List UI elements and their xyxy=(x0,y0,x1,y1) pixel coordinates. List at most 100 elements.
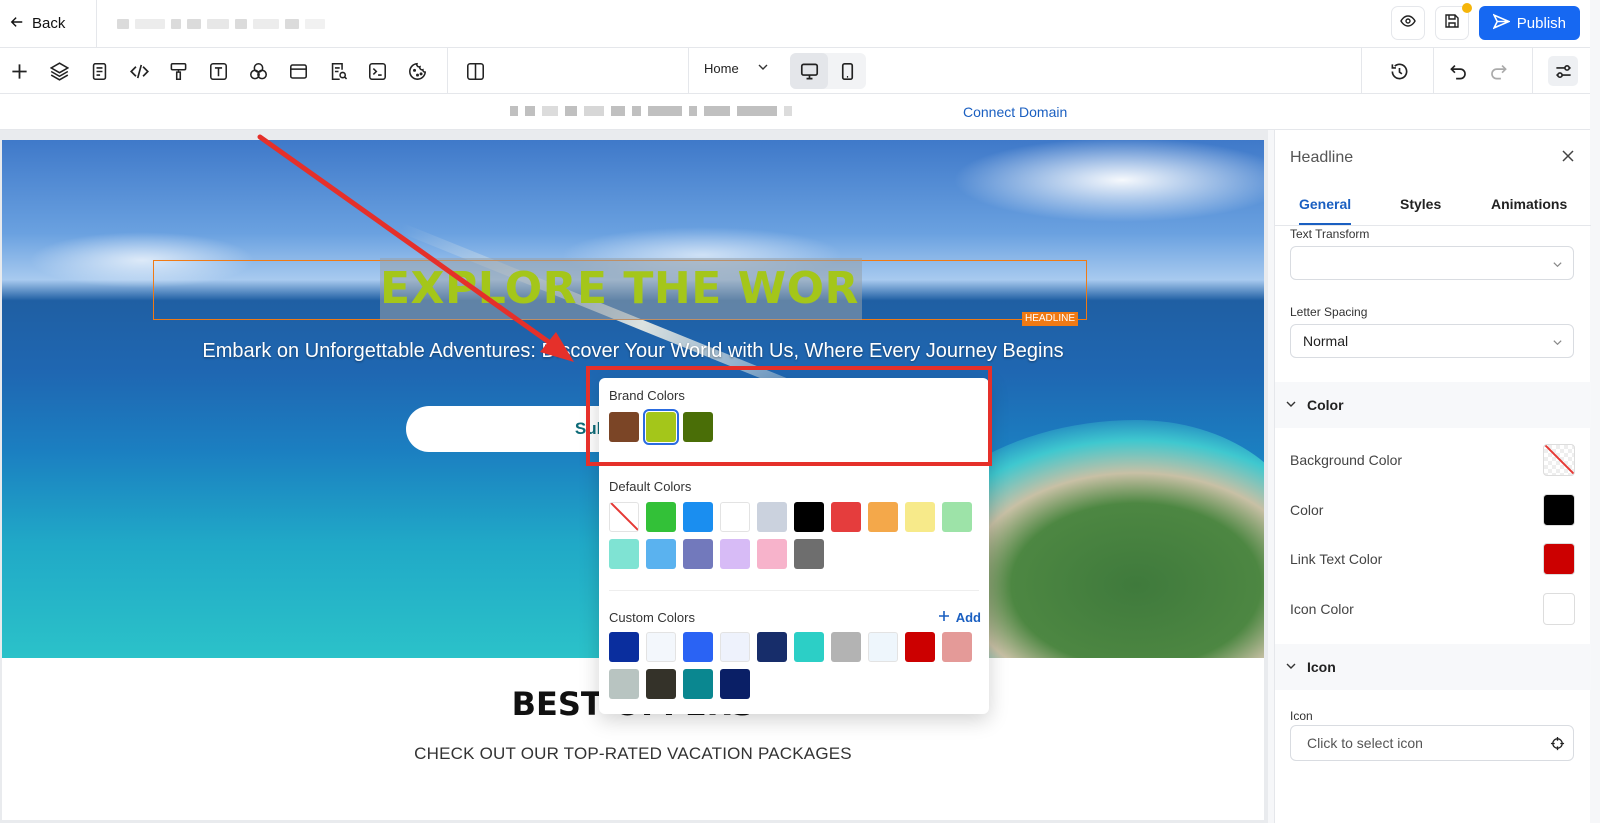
text-color-swatch[interactable] xyxy=(1543,494,1575,526)
default-color-swatch[interactable] xyxy=(905,502,935,532)
default-color-swatch[interactable] xyxy=(831,502,861,532)
arrow-left-icon xyxy=(10,15,24,33)
custom-color-swatch[interactable] xyxy=(609,632,639,662)
background-color-swatch[interactable] xyxy=(1543,444,1575,476)
tab-animations[interactable]: Animations xyxy=(1491,196,1567,212)
custom-color-swatch[interactable] xyxy=(757,632,787,662)
custom-color-swatch[interactable] xyxy=(683,669,713,699)
typography-button[interactable] xyxy=(206,59,230,83)
icon-color-label: Icon Color xyxy=(1290,601,1354,617)
chevron-down-icon xyxy=(1285,659,1297,675)
add-label: Add xyxy=(955,610,981,625)
offers-subtitle[interactable]: CHECK OUT OUR TOP-RATED VACATION PACKAGE… xyxy=(2,744,1264,764)
color-scheme-button[interactable] xyxy=(246,59,270,83)
background-color-label: Background Color xyxy=(1290,452,1403,468)
chevron-down-icon xyxy=(1553,340,1562,346)
redo-button[interactable] xyxy=(1486,59,1510,83)
chevron-down-icon xyxy=(1285,397,1297,413)
undo-icon xyxy=(1449,64,1466,79)
default-color-swatch[interactable] xyxy=(720,539,750,569)
link-text-color-swatch[interactable] xyxy=(1543,543,1575,575)
layers-button[interactable] xyxy=(47,59,71,83)
custom-color-swatch[interactable] xyxy=(609,669,639,699)
sections-button[interactable] xyxy=(286,59,310,83)
tracking-code-button[interactable] xyxy=(365,59,389,83)
custom-color-swatch[interactable] xyxy=(646,632,676,662)
icon-color-swatch[interactable] xyxy=(1543,593,1575,625)
top-bar: Back Publish xyxy=(0,0,1590,48)
version-history-button[interactable] xyxy=(1387,59,1411,83)
custom-color-swatch[interactable] xyxy=(720,669,750,699)
custom-color-swatch[interactable] xyxy=(683,632,713,662)
default-color-swatch[interactable] xyxy=(868,502,898,532)
default-color-swatch[interactable] xyxy=(683,539,713,569)
icon-field-label: Icon xyxy=(1290,709,1313,723)
theme-button[interactable] xyxy=(166,59,190,83)
mobile-view-button[interactable] xyxy=(828,53,866,89)
custom-color-swatch[interactable] xyxy=(720,632,750,662)
panel-tabs: General Styles Animations xyxy=(1275,188,1591,226)
publish-button[interactable]: Publish xyxy=(1478,6,1580,40)
close-icon[interactable] xyxy=(1560,148,1576,164)
color-label: Color xyxy=(1290,502,1324,518)
custom-color-swatch[interactable] xyxy=(868,632,898,662)
text-transform-label: Text Transform xyxy=(1290,227,1370,241)
page-selector[interactable]: Home xyxy=(704,61,769,76)
back-button[interactable]: Back xyxy=(0,0,97,47)
connect-domain-link[interactable]: Connect Domain xyxy=(963,104,1067,120)
icon-section-header[interactable]: Icon xyxy=(1275,644,1591,690)
cookie-consent-button[interactable] xyxy=(405,59,429,83)
settings-panel-button[interactable] xyxy=(1548,56,1578,86)
eye-icon xyxy=(1400,13,1416,34)
default-color-swatch[interactable] xyxy=(609,502,639,532)
custom-color-swatch[interactable] xyxy=(905,632,935,662)
default-color-swatch[interactable] xyxy=(720,502,750,532)
custom-color-swatch[interactable] xyxy=(794,632,824,662)
undo-button[interactable] xyxy=(1446,59,1470,83)
icon-section-title: Icon xyxy=(1307,659,1336,675)
tab-styles[interactable]: Styles xyxy=(1400,196,1441,212)
chevron-down-icon xyxy=(1553,262,1562,268)
layers-icon xyxy=(49,61,69,81)
add-custom-color-button[interactable]: Add xyxy=(938,610,981,625)
desktop-view-button[interactable] xyxy=(790,53,828,89)
letter-spacing-label: Letter Spacing xyxy=(1290,305,1368,319)
text-transform-select[interactable] xyxy=(1290,246,1574,280)
default-color-swatch[interactable] xyxy=(683,502,713,532)
icon-select-input[interactable]: Click to select icon xyxy=(1290,725,1574,761)
unsaved-indicator xyxy=(1461,3,1472,13)
add-element-button[interactable] xyxy=(7,59,31,83)
code-icon xyxy=(129,64,149,78)
default-color-swatch[interactable] xyxy=(609,539,639,569)
default-color-swatch[interactable] xyxy=(942,502,972,532)
domain-bar: Connect Domain xyxy=(0,94,1590,130)
pages-button[interactable] xyxy=(87,59,111,83)
default-color-swatch[interactable] xyxy=(757,539,787,569)
default-color-swatch[interactable] xyxy=(646,502,676,532)
picker-divider xyxy=(609,590,979,591)
custom-color-swatch[interactable] xyxy=(831,632,861,662)
redacted-site-title xyxy=(117,18,325,29)
seo-button[interactable] xyxy=(326,59,350,83)
default-color-swatch[interactable] xyxy=(646,539,676,569)
document-search-icon xyxy=(331,62,347,80)
active-tab-indicator xyxy=(1299,223,1351,225)
chevron-down-icon xyxy=(757,61,769,76)
hero-headline[interactable]: EXPLORE THE WORLD xyxy=(380,258,862,320)
tab-general[interactable]: General xyxy=(1299,196,1351,212)
split-view-button[interactable] xyxy=(463,59,487,83)
color-section-header[interactable]: Color xyxy=(1275,382,1591,428)
hero-subtitle[interactable]: Embark on Unforgettable Adventures: Disc… xyxy=(2,340,1264,363)
default-color-swatch[interactable] xyxy=(794,502,824,532)
send-icon xyxy=(1492,13,1511,34)
default-color-swatch[interactable] xyxy=(757,502,787,532)
default-color-swatch[interactable] xyxy=(794,539,824,569)
publish-label: Publish xyxy=(1516,14,1566,32)
preview-button[interactable] xyxy=(1390,6,1425,40)
custom-color-swatch[interactable] xyxy=(646,669,676,699)
letter-spacing-select[interactable]: Normal xyxy=(1290,324,1574,358)
custom-code-button[interactable] xyxy=(127,59,151,83)
save-button[interactable] xyxy=(1434,3,1472,40)
headline-element-tag: HEADLINE xyxy=(1022,312,1079,326)
custom-color-swatch[interactable] xyxy=(942,632,972,662)
